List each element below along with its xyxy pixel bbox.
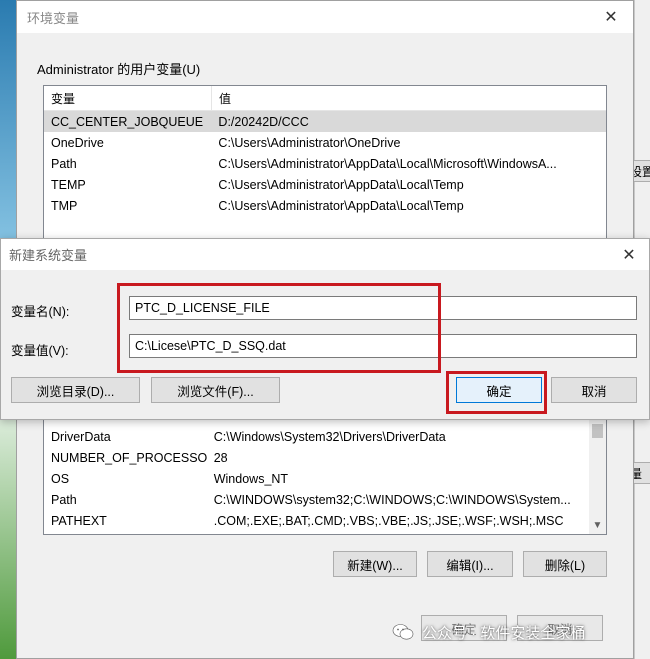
browse-file-button[interactable]: 浏览文件(F)... — [151, 377, 280, 403]
column-header-value[interactable]: 值 — [212, 90, 231, 107]
system-variables-list[interactable]: DriverData C:\Windows\System32\Drivers\D… — [43, 409, 607, 535]
watermark-text: 公众号 · 软件安装全家桶 — [422, 624, 586, 642]
table-row[interactable]: NUMBER_OF_PROCESSORS 28 — [44, 447, 590, 468]
variable-name: DriverData — [51, 429, 111, 444]
table-row[interactable]: Path C:\WINDOWS\system32;C:\WINDOWS;C:\W… — [44, 489, 590, 510]
wechat-logo-icon — [392, 624, 414, 640]
variable-value: C:\WINDOWS\system32;C:\WINDOWS;C:\WINDOW… — [213, 492, 571, 507]
variable-value: Windows_NT — [213, 471, 289, 486]
variable-name: Path — [51, 492, 77, 507]
new-system-variable-button[interactable]: 新建(W)... — [333, 551, 417, 577]
column-header-variable[interactable]: 变量 — [44, 86, 212, 110]
window-title: 环境变量 — [27, 10, 80, 26]
dialog-title: 新建系统变量 — [9, 248, 88, 263]
variable-name: Path — [51, 156, 77, 171]
variable-name: OneDrive — [51, 135, 104, 150]
table-row[interactable]: Path C:\Users\Administrator\AppData\Loca… — [44, 153, 606, 174]
variable-name: NUMBER_OF_PROCESSORS — [51, 450, 207, 465]
close-icon[interactable]: ✕ — [617, 243, 641, 267]
table-row[interactable]: TEMP C:\Users\Administrator\AppData\Loca… — [44, 174, 606, 195]
edit-system-variable-button[interactable]: 编辑(I)... — [427, 551, 513, 577]
variable-value: 28 — [213, 450, 228, 465]
dialog-cancel-button[interactable]: 取消 — [551, 377, 637, 403]
close-icon[interactable]: ✕ — [599, 5, 623, 29]
list-header: 变量 值 — [44, 86, 606, 111]
table-row[interactable]: OneDrive C:\Users\Administrator\OneDrive — [44, 132, 606, 153]
window-titlebar: 环境变量 ✕ — [17, 1, 633, 33]
variable-name: CC_CENTER_JOBQUEUE — [51, 114, 204, 129]
variable-value: C:\Users\Administrator\OneDrive — [218, 135, 401, 150]
variable-value: C:\Windows\System32\Drivers\DriverData — [213, 429, 446, 444]
scrollbar-thumb[interactable] — [592, 424, 603, 438]
variable-value: .COM;.EXE;.BAT;.CMD;.VBS;.VBE;.JS;.JSE;.… — [213, 513, 564, 528]
variable-name: TEMP — [51, 177, 86, 192]
user-variables-group-label: Administrator 的用户变量(U) — [37, 62, 201, 77]
table-row[interactable]: DriverData C:\Windows\System32\Drivers\D… — [44, 426, 590, 447]
variable-value: C:\Users\Administrator\AppData\Local\Tem… — [218, 198, 464, 213]
variable-value: C:\Users\Administrator\AppData\Local\Tem… — [218, 177, 464, 192]
dialog-titlebar: 新建系统变量 ✕ — [1, 239, 649, 270]
highlight-box-ok-button — [446, 371, 547, 414]
variable-name-label: 变量名(N): — [11, 305, 70, 319]
variable-name: TMP — [51, 198, 78, 213]
variable-value: D:/20242D/CCC — [218, 114, 309, 129]
delete-system-variable-button[interactable]: 删除(L) — [523, 551, 607, 577]
variable-name: OS — [51, 471, 70, 486]
table-row[interactable]: OS Windows_NT — [44, 468, 590, 489]
watermark: 公众号 · 软件安装全家桶 — [392, 620, 585, 644]
table-row[interactable]: TMP C:\Users\Administrator\AppData\Local… — [44, 195, 606, 216]
vertical-scrollbar[interactable]: ▼ — [589, 410, 606, 534]
table-row[interactable]: CC_CENTER_JOBQUEUE D:/20242D/CCC — [44, 111, 606, 132]
user-variables-list[interactable]: 变量 值 CC_CENTER_JOBQUEUE D:/20242D/CCC On… — [43, 85, 607, 245]
highlight-box-inputs — [117, 283, 441, 373]
variable-value-label: 变量值(V): — [11, 344, 69, 358]
variable-value: C:\Users\Administrator\AppData\Local\Mic… — [218, 156, 557, 171]
table-row[interactable]: PATHEXT .COM;.EXE;.BAT;.CMD;.VBS;.VBE;.J… — [44, 510, 590, 531]
browse-directory-button[interactable]: 浏览目录(D)... — [11, 377, 140, 403]
chevron-down-icon[interactable]: ▼ — [591, 519, 604, 532]
variable-name: PATHEXT — [51, 513, 107, 528]
